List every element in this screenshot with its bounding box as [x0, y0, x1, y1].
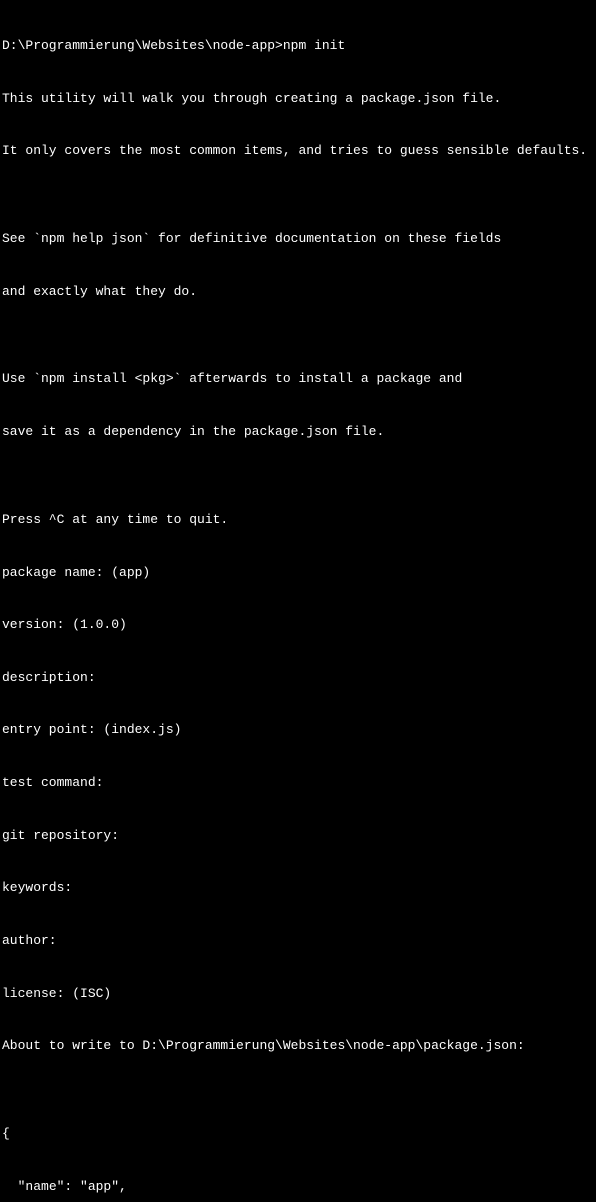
- prompt-line: D:\Programmierung\Websites\node-app>npm …: [2, 37, 594, 55]
- command-text: npm init: [283, 38, 345, 53]
- prompt-test-command: test command:: [2, 774, 594, 792]
- output-line: Press ^C at any time to quit.: [2, 511, 594, 529]
- prompt-package-name: package name: (app): [2, 564, 594, 582]
- output-line: It only covers the most common items, an…: [2, 142, 594, 160]
- output-line: This utility will walk you through creat…: [2, 90, 594, 108]
- output-line: save it as a dependency in the package.j…: [2, 423, 594, 441]
- output-line: About to write to D:\Programmierung\Webs…: [2, 1037, 594, 1055]
- prompt-license: license: (ISC): [2, 985, 594, 1003]
- output-line: See `npm help json` for definitive docum…: [2, 230, 594, 248]
- prompt-version: version: (1.0.0): [2, 616, 594, 634]
- prompt-keywords: keywords:: [2, 879, 594, 897]
- prompt-git-repository: git repository:: [2, 827, 594, 845]
- terminal-output[interactable]: D:\Programmierung\Websites\node-app>npm …: [0, 0, 596, 1202]
- prompt-author: author:: [2, 932, 594, 950]
- json-line: {: [2, 1125, 594, 1143]
- json-line: "name": "app",: [2, 1178, 594, 1196]
- output-line: and exactly what they do.: [2, 283, 594, 301]
- prompt-path: D:\Programmierung\Websites\node-app: [2, 38, 275, 53]
- prompt-separator: >: [275, 38, 283, 53]
- output-line: Use `npm install <pkg>` afterwards to in…: [2, 370, 594, 388]
- prompt-entry-point: entry point: (index.js): [2, 721, 594, 739]
- prompt-description: description:: [2, 669, 594, 687]
